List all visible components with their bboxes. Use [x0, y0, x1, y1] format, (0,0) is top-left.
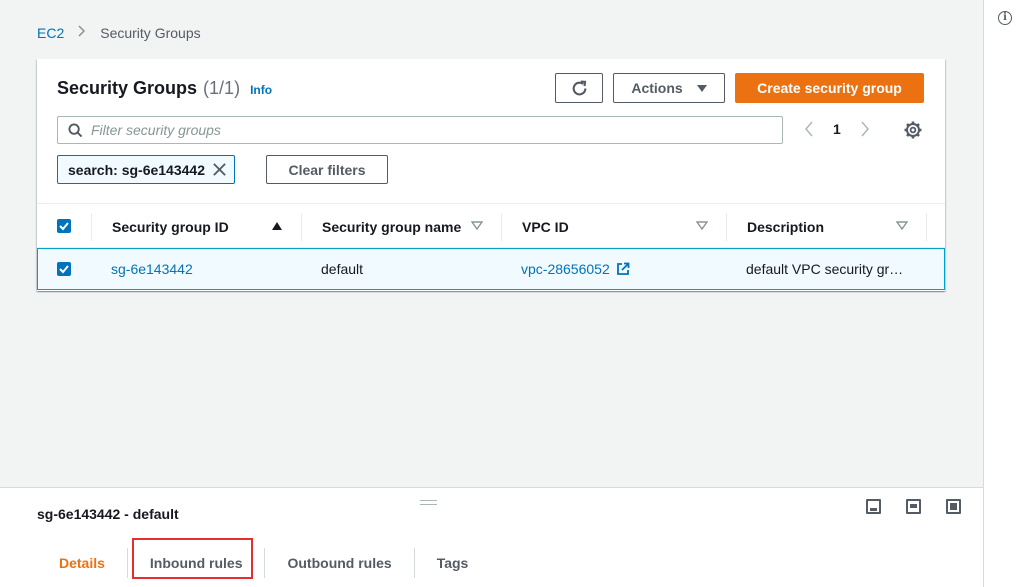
tab-outbound-rules[interactable]: Outbound rules [265, 544, 413, 582]
resize-handle-icon[interactable] [420, 500, 437, 505]
row-checkbox[interactable] [57, 262, 71, 276]
refresh-icon [572, 80, 586, 95]
column-header-label: Security group name [322, 218, 462, 235]
clear-filters-label: Clear filters [288, 161, 366, 178]
highlight-box [132, 538, 253, 579]
main-content: EC2 Security Groups Security Groups (1/1… [0, 0, 984, 587]
search-input[interactable] [91, 122, 691, 138]
breadcrumb-separator-icon [78, 24, 86, 42]
column-divider [726, 213, 727, 241]
column-header-label: VPC ID [522, 218, 569, 235]
refresh-button[interactable] [555, 73, 603, 103]
external-link-icon [616, 262, 630, 275]
panel-title-text: Security Groups [57, 78, 198, 98]
sort-icon[interactable] [896, 221, 908, 231]
check-icon [59, 222, 69, 231]
page-number[interactable]: 1 [833, 121, 841, 137]
column-header-label: Security group ID [112, 218, 229, 235]
vpc-id-link[interactable]: vpc-28656052 [521, 249, 630, 289]
column-divider [501, 213, 502, 241]
security-group-id-link[interactable]: sg-6e143442 [111, 249, 193, 289]
tab-details[interactable]: Details [37, 544, 127, 582]
filter-field[interactable] [57, 116, 783, 144]
sort-icon[interactable] [471, 221, 483, 231]
details-title: sg-6e143442 - default [37, 506, 179, 522]
caret-down-icon [696, 84, 707, 92]
column-header-vpc-id[interactable]: VPC ID [522, 204, 702, 249]
panel-side-icon[interactable] [906, 499, 921, 514]
pagination: 1 [799, 119, 875, 139]
info-icon[interactable]: i [998, 11, 1012, 25]
column-divider [91, 213, 92, 241]
select-all-checkbox[interactable] [57, 219, 71, 233]
details-tabs: Details Inbound rules Outbound rules Tag… [37, 538, 490, 587]
table-header: Security group ID Security group name VP… [37, 203, 945, 248]
description: default VPC security gr… [746, 261, 904, 277]
actions-label: Actions [631, 80, 683, 96]
sort-ascending-icon[interactable] [272, 222, 282, 230]
column-header-label: Description [747, 218, 825, 235]
column-header-description[interactable]: Description [747, 204, 897, 249]
security-groups-panel: Security Groups (1/1) Info Actions Creat… [37, 59, 945, 291]
previous-page-icon[interactable] [799, 119, 819, 139]
search-icon [68, 122, 83, 137]
breadcrumb-ec2-link[interactable]: EC2 [37, 25, 64, 41]
tab-tags[interactable]: Tags [415, 544, 491, 582]
filter-token-label: search: sg-6e143442 [68, 161, 205, 178]
info-link[interactable]: Info [250, 83, 272, 97]
security-group-name: default [321, 261, 364, 277]
actions-dropdown[interactable]: Actions [613, 73, 725, 103]
sort-icon[interactable] [696, 221, 708, 231]
create-security-group-button[interactable]: Create security group [735, 73, 924, 103]
vpc-id-text: vpc-28656052 [521, 261, 610, 277]
gear-icon[interactable] [903, 120, 923, 140]
breadcrumb-current: Security Groups [100, 25, 201, 41]
close-icon[interactable] [212, 162, 227, 177]
create-label: Create security group [757, 80, 902, 96]
clear-filters-button[interactable]: Clear filters [266, 155, 388, 184]
panel-bottom-icon[interactable] [866, 499, 881, 514]
column-divider [301, 213, 302, 241]
table-row[interactable]: sg-6e143442 default vpc-28656052 default… [37, 248, 945, 290]
filter-token: search: sg-6e143442 [57, 155, 235, 184]
panel-full-icon[interactable] [946, 499, 961, 514]
column-divider [926, 213, 927, 241]
panel-title: Security Groups (1/1) Info [57, 78, 272, 99]
next-page-icon[interactable] [855, 119, 875, 139]
check-icon [59, 265, 69, 274]
breadcrumb: EC2 Security Groups [37, 24, 201, 42]
right-rail [985, 0, 1028, 587]
column-header-security-group-id[interactable]: Security group ID [112, 204, 292, 249]
panel-count: (1/1) [203, 78, 241, 98]
